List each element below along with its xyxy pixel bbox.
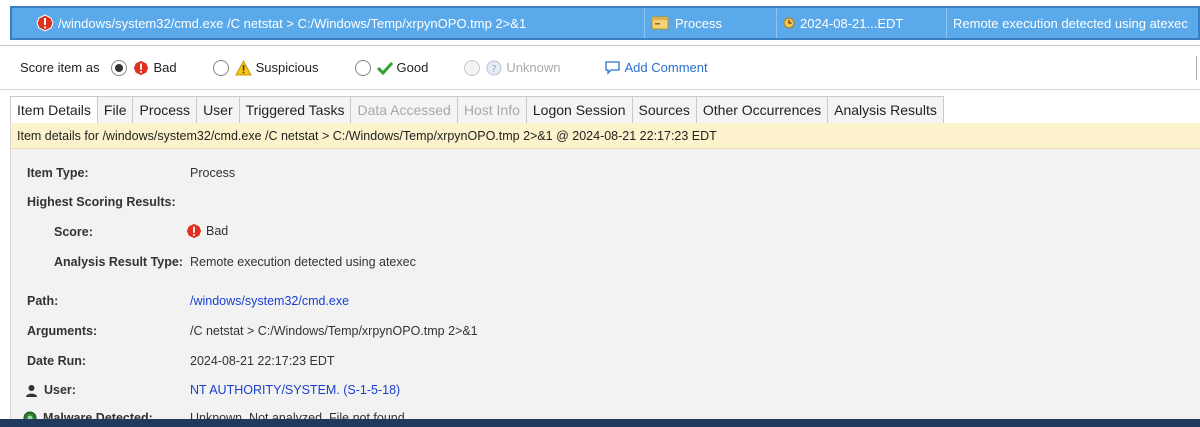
item-details-panel: Item details for /windows/system32/cmd.e… (10, 123, 1200, 419)
row-type-text: Process (675, 15, 722, 31)
good-label: Good (396, 60, 429, 75)
path-label: Path: (27, 294, 59, 308)
unknown-label: Unknown (506, 60, 561, 75)
clock-icon (783, 17, 795, 29)
comment-icon (604, 60, 620, 75)
row-command-cell[interactable]: /windows/system32/cmd.exe /C netstat > C… (12, 8, 645, 38)
row-type-cell[interactable]: Process (645, 8, 777, 38)
bad-radio[interactable] (111, 59, 128, 76)
item-details-banner: Item details for /windows/system32/cmd.e… (11, 123, 1200, 149)
checkmark-icon (376, 61, 393, 75)
bad-label: Bad (153, 60, 177, 75)
malware-icon (23, 411, 37, 419)
user-label: User: (44, 383, 76, 397)
analysis-result-type-label: Analysis Result Type: (54, 255, 183, 269)
date-run-label: Date Run: (27, 354, 87, 368)
tab-user[interactable]: User (196, 96, 240, 123)
tab-host-info: Host Info (456, 96, 527, 123)
row-command-text: /windows/system32/cmd.exe /C netstat > C… (58, 15, 527, 31)
tab-item-details[interactable]: Item Details (10, 96, 98, 123)
good-radio[interactable] (354, 59, 371, 76)
path-link[interactable]: /windows/system32/cmd.exe (190, 294, 349, 308)
user-field: User: (25, 383, 76, 397)
score-option-suspicious[interactable]: Suspicious (212, 59, 319, 76)
user-icon (26, 384, 37, 397)
svg-text:?: ? (492, 64, 497, 75)
date-run-value: 2024-08-21 22:17:23 EDT (190, 354, 335, 368)
tab-logon-session[interactable]: Logon Session (525, 96, 633, 123)
tab-other-occurrences[interactable]: Other Occurrences (695, 96, 829, 123)
row-description-text: Remote execution detected using atexec (953, 15, 1188, 31)
row-date-text: 2024-08-21...EDT (800, 15, 904, 31)
bad-score-icon (134, 60, 149, 75)
add-comment-button[interactable]: Add Comment (604, 60, 708, 75)
user-link[interactable]: NT AUTHORITY/SYSTEM. (S-1-5-18) (190, 383, 400, 397)
tab-sources[interactable]: Sources (631, 96, 697, 123)
tab-data-accessed: Data Accessed (350, 96, 458, 123)
tab-file[interactable]: File (96, 96, 134, 123)
arguments-value: /C netstat > C:/Windows/Temp/xrpynOPO.tm… (190, 324, 478, 338)
item-type-label: Item Type: (27, 166, 89, 180)
process-icon (651, 16, 669, 30)
add-comment-label: Add Comment (624, 60, 708, 75)
tab-analysis-results[interactable]: Analysis Results (827, 96, 944, 123)
selected-result-row-container: /windows/system32/cmd.exe /C netstat > C… (0, 0, 1200, 46)
malware-label: Malware Detected: (43, 411, 153, 419)
score-option-good[interactable]: Good (354, 59, 429, 76)
bad-score-icon (186, 223, 202, 239)
tab-process[interactable]: Process (132, 96, 198, 123)
score-value-text: Bad (206, 224, 229, 238)
suspicious-label: Suspicious (255, 60, 319, 75)
item-type-value: Process (190, 166, 236, 180)
bad-score-icon (36, 14, 54, 32)
score-option-unknown: ? Unknown (464, 59, 561, 76)
score-value: Bad (186, 223, 228, 239)
suspicious-radio[interactable] (212, 59, 229, 76)
analysis-result-type-value: Remote execution detected using atexec (190, 255, 416, 269)
unknown-radio (464, 59, 481, 76)
panel-divider (1196, 56, 1200, 80)
left-margin (0, 90, 10, 419)
highest-scoring-label: Highest Scoring Results: (27, 195, 176, 209)
malware-field: Malware Detected: (23, 411, 153, 419)
question-icon: ? (486, 60, 502, 75)
tab-triggered-tasks[interactable]: Triggered Tasks (238, 96, 352, 123)
warning-icon (234, 59, 252, 75)
row-date-cell[interactable]: 2024-08-21...EDT (777, 8, 947, 38)
score-bar: Score item as Bad Suspicious Good ? Unkn… (0, 46, 1200, 90)
bottom-taskbar-strip (0, 419, 1200, 427)
score-label: Score: (54, 225, 93, 239)
arguments-label: Arguments: (27, 324, 98, 338)
malware-value: Unknown. Not analyzed. File not found. (190, 411, 409, 419)
row-description-cell[interactable]: Remote execution detected using atexec (947, 8, 1198, 38)
detail-tabs: Item Details File Process User Triggered… (10, 96, 944, 123)
score-item-label: Score item as (20, 60, 100, 75)
score-option-bad[interactable]: Bad (111, 59, 177, 76)
selected-result-row[interactable]: /windows/system32/cmd.exe /C netstat > C… (10, 6, 1200, 40)
